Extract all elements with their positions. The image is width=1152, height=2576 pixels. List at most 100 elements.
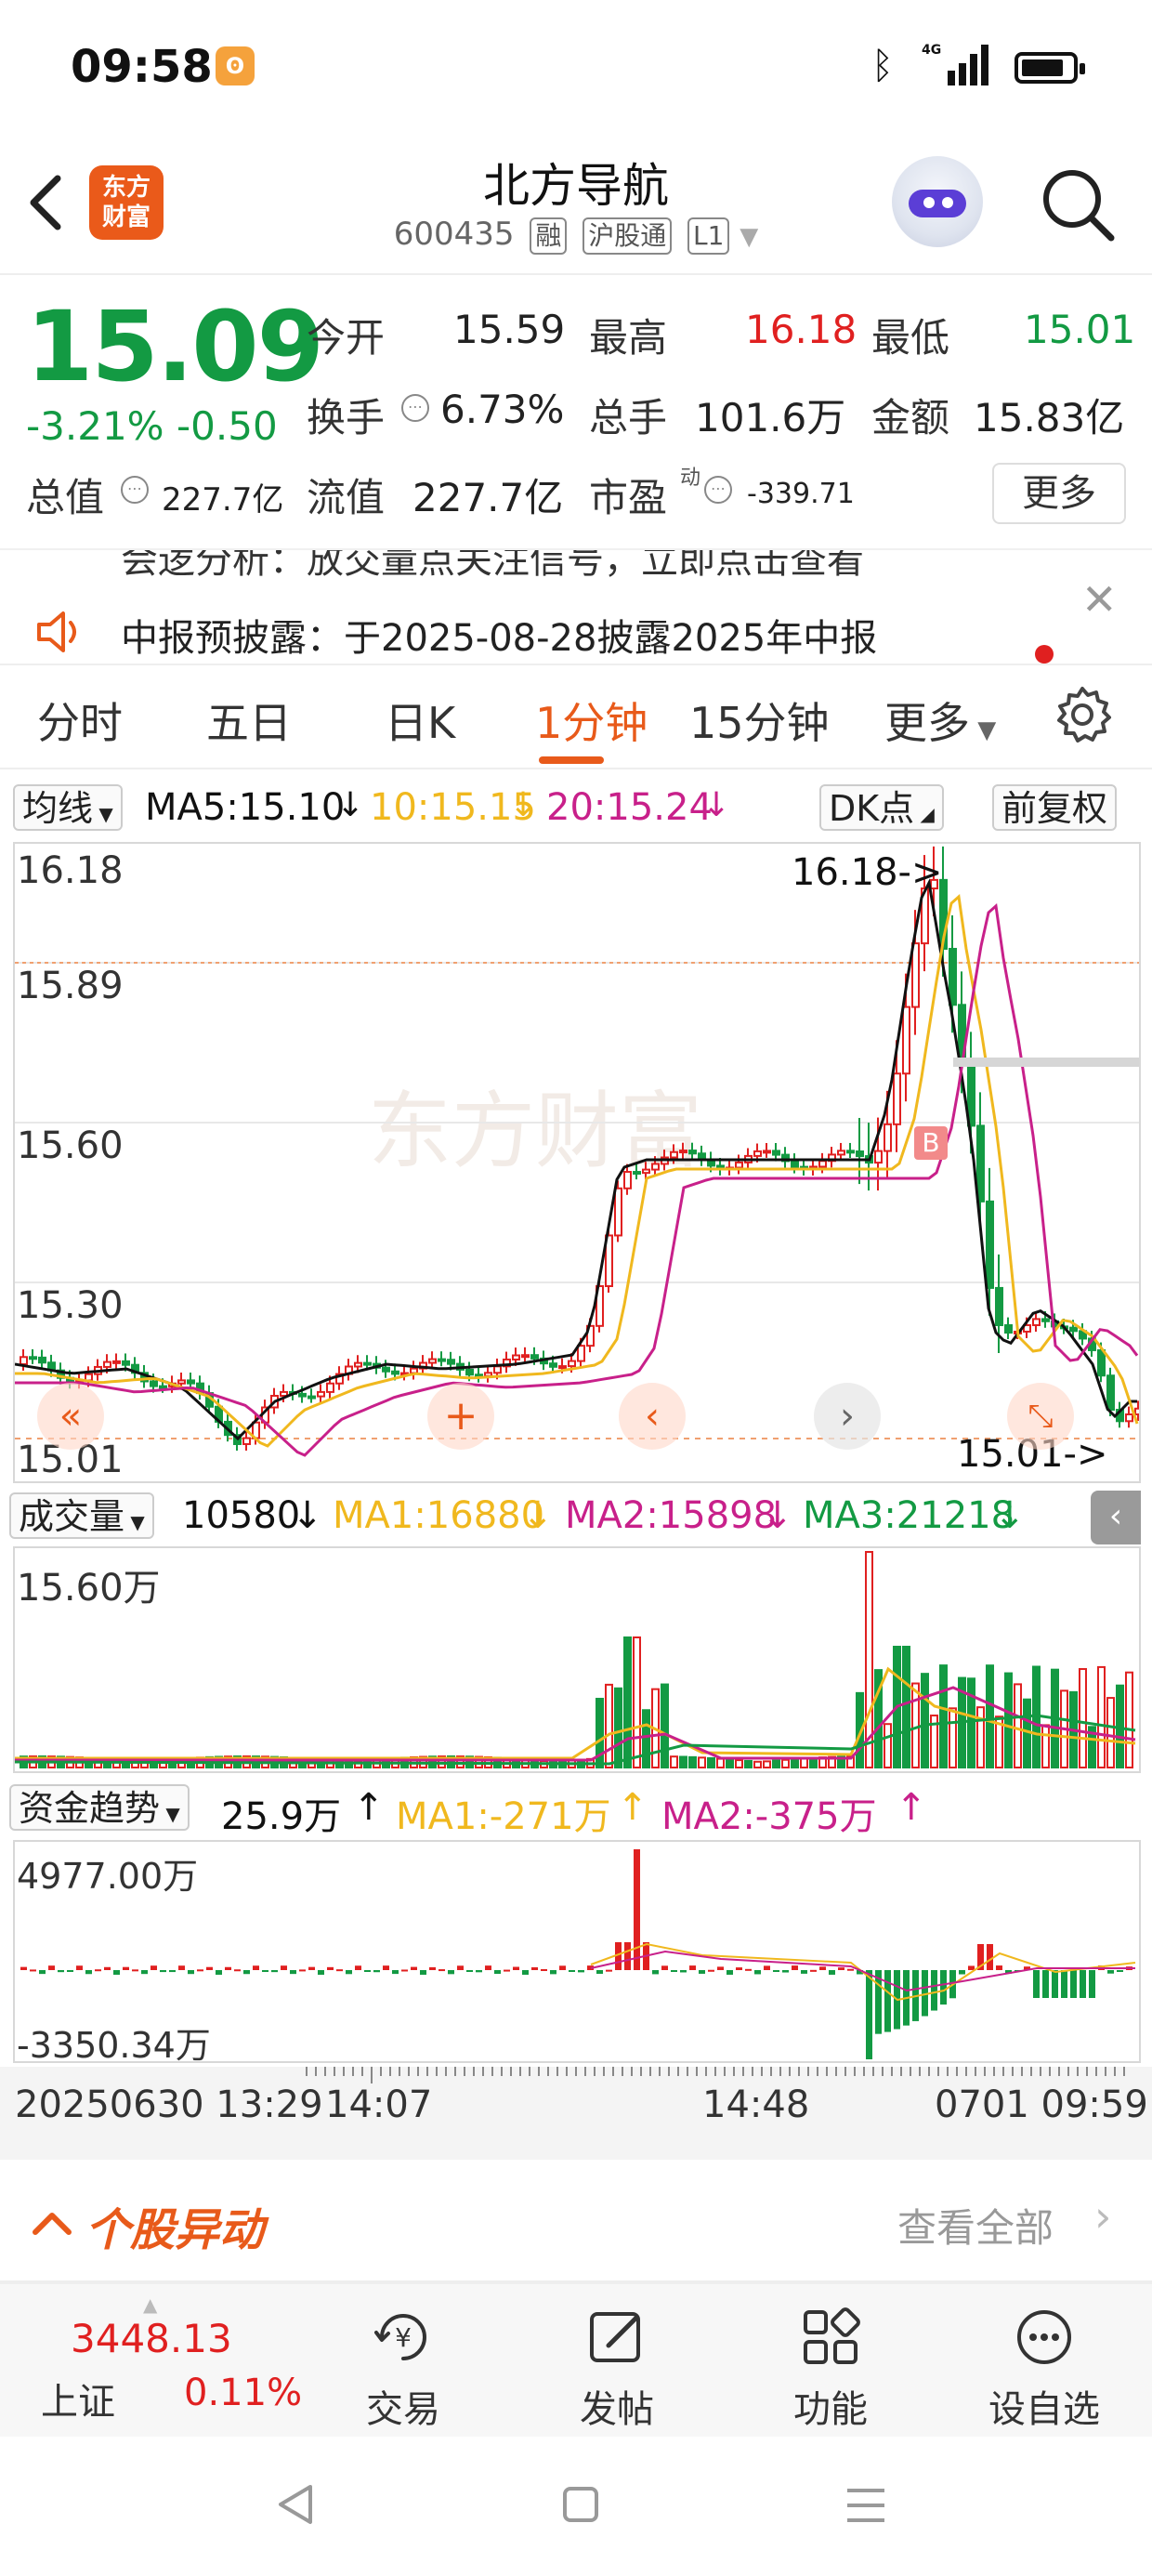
fund-flow-selector[interactable]: 资金趋势 ▼ xyxy=(9,1784,190,1831)
volume-ma2: MA2:15898 xyxy=(565,1494,778,1537)
volume-bar xyxy=(744,1759,753,1769)
fund-flow-bar xyxy=(271,1970,278,1973)
fund-flow-bar xyxy=(457,1965,464,1970)
fund-flow-bar xyxy=(76,1965,83,1970)
info-icon[interactable]: ⋯ xyxy=(121,476,149,504)
mktcap-value: 227.7亿 xyxy=(162,481,284,519)
volume-bar xyxy=(884,1723,892,1769)
candle xyxy=(949,948,957,1006)
volume-chart[interactable]: 15.60万 xyxy=(13,1546,1141,1773)
edit-icon xyxy=(590,2312,640,2362)
candle xyxy=(874,1150,883,1164)
volume-bar xyxy=(661,1683,669,1768)
volume-ma1: MA1:16880 xyxy=(333,1494,545,1537)
fund-flow-bar xyxy=(624,1942,631,1970)
volume-bar xyxy=(679,1755,687,1769)
view-all-link[interactable]: 查看全部 xyxy=(897,2197,1054,2254)
ma5-value: MA5:15.10 xyxy=(145,786,346,829)
candle xyxy=(911,942,920,1008)
stock-movement-section[interactable]: 个股异动 查看全部 › xyxy=(0,2160,1152,2282)
volume-bar xyxy=(698,1756,706,1768)
grid-icon xyxy=(804,2307,860,2364)
fund-flow-bar xyxy=(48,1965,55,1970)
notification-app-icon: ʘ xyxy=(216,46,255,85)
fund-flow-bar xyxy=(1107,1970,1114,1974)
bottom-toolbar: ▲ 3448.13 上证 0.11% ¥ 交易 发帖 功能 设自选 xyxy=(0,2282,1152,2438)
nav-home-icon[interactable] xyxy=(561,2485,600,2524)
candle xyxy=(242,1437,251,1445)
volume-bar xyxy=(986,1664,994,1768)
mktcap-label: 总值 xyxy=(26,475,105,520)
fund-flow-bar xyxy=(569,1970,575,1972)
volume-selector[interactable]: 成交量 ▼ xyxy=(9,1492,154,1539)
fund-flow-bar xyxy=(680,1970,687,1973)
function-button[interactable]: 功能 xyxy=(738,2284,923,2433)
tab-1min[interactable]: 1分钟 xyxy=(535,690,648,751)
fund-flow-bar xyxy=(364,1970,371,1972)
add-watchlist-button[interactable]: 设自选 xyxy=(951,2284,1137,2433)
float-label: 流值 xyxy=(307,475,386,520)
nav-back-icon[interactable] xyxy=(275,2483,316,2526)
candle xyxy=(187,1379,195,1385)
volume-selector-label: 成交量 xyxy=(19,1496,125,1537)
fullscreen-icon[interactable]: ⤡ xyxy=(1007,1383,1074,1450)
adjust-button[interactable]: 前复权 xyxy=(992,784,1118,831)
left-icon[interactable]: ‹ xyxy=(619,1383,686,1450)
tab-daily-k[interactable]: 日K xyxy=(385,690,455,751)
fund-flow-bar xyxy=(829,1970,835,1975)
post-button[interactable]: 发帖 xyxy=(524,2284,710,2433)
tab-more[interactable]: 更多 ▼ xyxy=(884,690,996,751)
volume-bar xyxy=(670,1755,678,1769)
gear-icon[interactable] xyxy=(1052,684,1113,745)
candle xyxy=(651,1163,660,1171)
fund-flow-bar xyxy=(234,1969,241,1972)
fund-flow-bar xyxy=(792,1965,798,1970)
candle xyxy=(791,1160,799,1168)
tab-15min[interactable]: 15分钟 xyxy=(689,690,830,751)
volume-bar xyxy=(707,1756,715,1769)
candle xyxy=(280,1390,288,1398)
more-info-button[interactable]: 更多 xyxy=(992,463,1126,524)
close-icon[interactable]: ✕ xyxy=(1081,574,1118,624)
status-bar: 09:58 ʘ ᛒ 4G xyxy=(0,0,1152,139)
fund-flow-bar xyxy=(847,1968,854,1971)
volume-value: 10580 xyxy=(182,1494,301,1537)
buy-marker[interactable]: B xyxy=(914,1126,948,1160)
fund-flow-ma1-arrow-icon: ↑ xyxy=(617,1786,648,1829)
collapse-panel-icon[interactable]: ‹ xyxy=(1091,1491,1141,1544)
y-label-4: 15.30 xyxy=(17,1284,124,1327)
info-icon[interactable]: ⋯ xyxy=(401,394,429,422)
volume-bar xyxy=(735,1759,743,1769)
fund-flow-bar xyxy=(1061,1970,1067,1998)
zoom-in-icon[interactable]: + xyxy=(427,1383,494,1450)
volume-bar xyxy=(949,1707,957,1769)
index-value[interactable]: 3448.13 xyxy=(71,2316,232,2361)
back-arrow-icon[interactable] xyxy=(20,165,76,240)
candle xyxy=(317,1390,325,1398)
fund-flow-bar xyxy=(745,1968,752,1971)
robot-assistant-avatar[interactable] xyxy=(892,156,983,247)
fund-flow-bar xyxy=(884,1970,891,2032)
fund-flow-bar xyxy=(290,1970,296,1975)
notice-banner[interactable]: 会逻分析：放交量点关注信号，立即点击查看 中报预披露：于2025-08-28披露… xyxy=(0,548,1152,664)
trade-button[interactable]: ¥ 交易 xyxy=(310,2284,496,2433)
indicator-selector[interactable]: 均线 ▼ xyxy=(13,784,123,831)
nav-menu-icon[interactable] xyxy=(844,2487,888,2524)
right-icon[interactable]: › xyxy=(814,1383,881,1450)
tag-margin: 融 xyxy=(530,217,568,255)
stock-code-row[interactable]: 600435 融 沪股通 L1 ▼ xyxy=(279,216,873,255)
tab-more-label: 更多 xyxy=(884,698,970,748)
volume-bar xyxy=(791,1757,799,1769)
info-icon[interactable]: ⋯ xyxy=(704,476,732,504)
prev-page-icon[interactable]: « xyxy=(37,1383,104,1450)
dk-point-button[interactable]: DK点 ◢ xyxy=(819,784,944,831)
search-icon[interactable] xyxy=(1039,165,1117,243)
notice-text: 中报预披露：于2025-08-28披露2025年中报 xyxy=(121,617,878,660)
fund-flow-bar xyxy=(522,1970,529,1975)
tab-intraday[interactable]: 分时 xyxy=(37,690,123,751)
tab-five-day[interactable]: 五日 xyxy=(206,690,292,751)
price-chart[interactable]: 东方财富 16.18 15.89 15.60 15.30 15.01 16.18… xyxy=(13,842,1141,1483)
function-label: 功能 xyxy=(793,2388,868,2431)
fund-flow-chart[interactable]: 4977.00万 -3350.34万 xyxy=(13,1840,1141,2066)
candle xyxy=(326,1382,334,1393)
